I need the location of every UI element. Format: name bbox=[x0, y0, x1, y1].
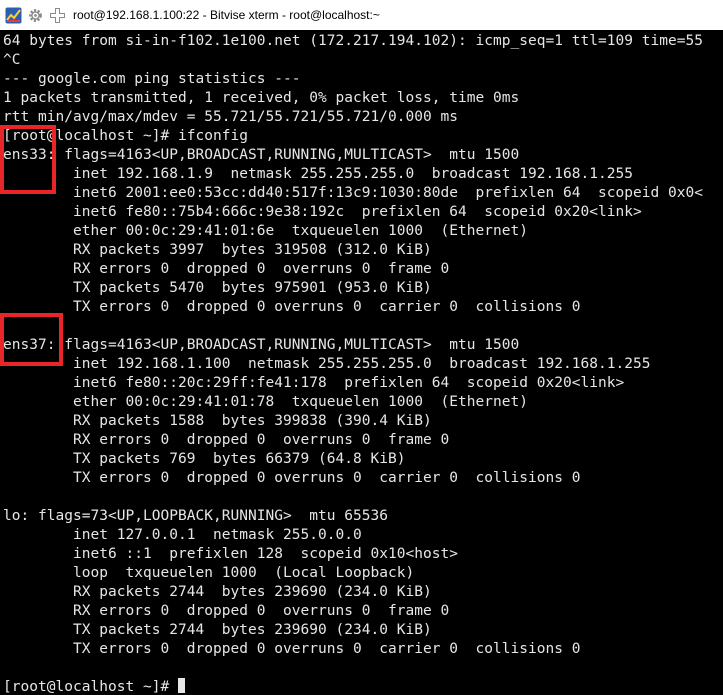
terminal-line: TX packets 2744 bytes 239690 (234.0 KiB) bbox=[3, 622, 432, 638]
terminal-line: TX packets 5470 bytes 975901 (953.0 KiB) bbox=[3, 280, 432, 296]
terminal-line: ether 00:0c:29:41:01:78 txqueuelen 1000 … bbox=[3, 394, 528, 410]
terminal-line: inet 127.0.0.1 netmask 255.0.0.0 bbox=[3, 527, 362, 543]
terminal-line: 64 bytes from si-in-f102.1e100.net (172.… bbox=[3, 33, 703, 49]
terminal-line: ^C bbox=[3, 52, 21, 68]
terminal-line: RX packets 2744 bytes 239690 (234.0 KiB) bbox=[3, 584, 432, 600]
terminal-line: loop txqueuelen 1000 (Local Loopback) bbox=[3, 565, 415, 581]
terminal-line: RX errors 0 dropped 0 overruns 0 frame 0 bbox=[3, 261, 450, 277]
text-cursor bbox=[178, 678, 185, 693]
terminal-line: --- google.com ping statistics --- bbox=[3, 71, 301, 87]
move-cross-icon[interactable] bbox=[48, 6, 67, 25]
terminal-line: 1 packets transmitted, 1 received, 0% pa… bbox=[3, 90, 520, 106]
terminal-line: TX errors 0 dropped 0 overruns 0 carrier… bbox=[3, 641, 581, 657]
terminal-prompt-line[interactable]: [root@localhost ~]# bbox=[3, 678, 185, 695]
terminal-line: inet 192.168.1.100 netmask 255.255.255.0… bbox=[3, 356, 651, 372]
terminal-line: RX errors 0 dropped 0 overruns 0 frame 0 bbox=[3, 603, 450, 619]
prompt-text: [root@localhost ~]# bbox=[3, 679, 178, 695]
terminal-line: lo: flags=73<UP,LOOPBACK,RUNNING> mtu 65… bbox=[3, 508, 388, 524]
title-bar[interactable]: root@192.168.1.100:22 - Bitvise xterm - … bbox=[0, 0, 723, 30]
terminal-line: inet6 fe80::75b4:666c:9e38:192c prefixle… bbox=[3, 204, 642, 220]
terminal-line: ens37: flags=4163<UP,BROADCAST,RUNNING,M… bbox=[3, 337, 520, 353]
terminal-output[interactable]: 64 bytes from si-in-f102.1e100.net (172.… bbox=[0, 32, 723, 695]
terminal-window: root@192.168.1.100:22 - Bitvise xterm - … bbox=[0, 0, 723, 695]
terminal-line: ens33: flags=4163<UP,BROADCAST,RUNNING,M… bbox=[3, 147, 520, 163]
terminal-line: TX packets 769 bytes 66379 (64.8 KiB) bbox=[3, 451, 406, 467]
terminal-line: inet6 fe80::20c:29ff:fe41:178 prefixlen … bbox=[3, 375, 625, 391]
gear-icon[interactable] bbox=[26, 6, 45, 25]
terminal-line: RX packets 1588 bytes 399838 (390.4 KiB) bbox=[3, 413, 432, 429]
terminal-line: inet6 2001:ee0:53cc:dd40:517f:13c9:1030:… bbox=[3, 185, 703, 201]
terminal-line: ether 00:0c:29:41:01:6e txqueuelen 1000 … bbox=[3, 223, 528, 239]
terminal-line: rtt min/avg/max/mdev = 55.721/55.721/55.… bbox=[3, 109, 458, 125]
terminal-line: TX errors 0 dropped 0 overruns 0 carrier… bbox=[3, 470, 581, 486]
terminal-line: TX errors 0 dropped 0 overruns 0 carrier… bbox=[3, 299, 581, 315]
bitvise-app-icon[interactable] bbox=[4, 6, 23, 25]
terminal-line: inet 192.168.1.9 netmask 255.255.255.0 b… bbox=[3, 166, 633, 182]
terminal-line: inet6 ::1 prefixlen 128 scopeid 0x10<hos… bbox=[3, 546, 458, 562]
annotation-box-ens33 bbox=[0, 125, 56, 194]
window-title: root@192.168.1.100:22 - Bitvise xterm - … bbox=[73, 8, 380, 22]
terminal-line: RX errors 0 dropped 0 overruns 0 frame 0 bbox=[3, 432, 450, 448]
terminal-line: RX packets 3997 bytes 319508 (312.0 KiB) bbox=[3, 242, 432, 258]
annotation-box-ens37 bbox=[0, 313, 63, 366]
